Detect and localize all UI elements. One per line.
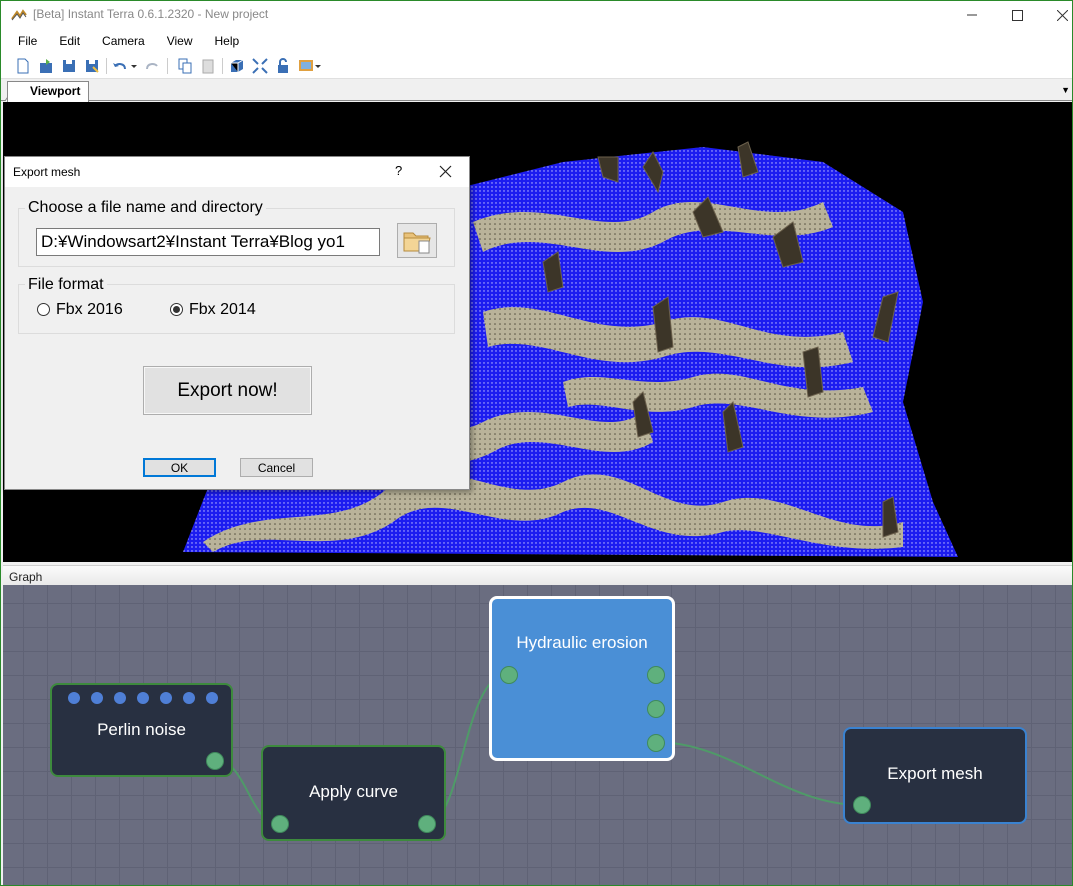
param-dot[interactable]: [91, 692, 103, 704]
graph-panel-header: Graph: [3, 565, 1072, 585]
open-icon[interactable]: [37, 57, 55, 75]
image-menu-icon[interactable]: [297, 57, 315, 75]
input-port[interactable]: [853, 796, 871, 814]
close-button[interactable]: [1039, 1, 1073, 29]
menu-bar: File Edit Camera View Help: [1, 29, 1072, 53]
output-port[interactable]: [647, 700, 665, 718]
ok-button[interactable]: OK: [143, 458, 216, 477]
minimize-button[interactable]: [949, 1, 995, 29]
menu-edit[interactable]: Edit: [48, 34, 91, 48]
radio-label-fbx-2016: Fbx 2016: [56, 301, 123, 318]
cancel-button[interactable]: Cancel: [240, 458, 313, 477]
directory-group-label: Choose a file name and directory: [25, 199, 266, 217]
toolbar-separator: [106, 58, 107, 74]
tab-list-dropdown-icon[interactable]: ▼: [1061, 85, 1070, 95]
export-mesh-dialog: Export mesh ? Choose a file name and dir…: [4, 156, 470, 490]
undo-dropdown-icon[interactable]: [129, 57, 139, 75]
toolbar-separator: [222, 58, 223, 74]
format-group-label: File format: [25, 276, 107, 294]
cube-view-icon[interactable]: [228, 57, 246, 75]
tab-viewport[interactable]: Viewport: [7, 81, 90, 102]
radio-fbx-2014[interactable]: [170, 303, 183, 316]
window-title: [Beta] Instant Terra 0.6.1.2320 - New pr…: [33, 7, 269, 21]
maximize-button[interactable]: [994, 1, 1040, 29]
title-bar: [Beta] Instant Terra 0.6.1.2320 - New pr…: [1, 1, 1072, 29]
menu-view[interactable]: View: [156, 34, 204, 48]
new-file-icon[interactable]: [14, 57, 32, 75]
help-button[interactable]: ?: [395, 163, 402, 178]
paste-icon[interactable]: [199, 57, 217, 75]
app-logo-icon: [11, 9, 27, 21]
undo-icon[interactable]: [111, 57, 129, 75]
node-title: Export mesh: [887, 764, 983, 783]
copy-icon[interactable]: [176, 57, 194, 75]
menu-camera[interactable]: Camera: [91, 34, 156, 48]
save-as-icon[interactable]: [83, 57, 101, 75]
redo-icon[interactable]: [143, 57, 161, 75]
param-dot[interactable]: [137, 692, 149, 704]
maximize-icon: [1011, 9, 1023, 21]
fit-view-icon[interactable]: [251, 57, 269, 75]
minimize-icon: [967, 14, 977, 16]
dialog-title-bar: Export mesh ?: [5, 157, 469, 187]
input-port[interactable]: [500, 666, 518, 684]
export-now-button[interactable]: Export now!: [143, 366, 312, 415]
close-icon: [1056, 9, 1068, 21]
output-port[interactable]: [647, 666, 665, 684]
node-hydraulic-erosion[interactable]: Hydraulic erosion: [489, 596, 675, 761]
connection-erosion-export: [654, 741, 862, 806]
param-dot[interactable]: [206, 692, 218, 704]
param-dot[interactable]: [68, 692, 80, 704]
toolbar-separator: [167, 58, 168, 74]
dialog-title: Export mesh: [13, 165, 81, 179]
close-icon[interactable]: [439, 165, 452, 178]
radio-fbx-2016[interactable]: [37, 303, 50, 316]
node-title: Apply curve: [309, 782, 398, 801]
output-port[interactable]: [647, 734, 665, 752]
toolbar: [1, 53, 1072, 79]
folder-icon: [403, 232, 431, 254]
output-port[interactable]: [206, 752, 224, 770]
save-icon[interactable]: [60, 57, 78, 75]
node-graph-canvas[interactable]: Perlin noise Apply curve Hydraulic erosi…: [3, 585, 1072, 885]
radio-label-fbx-2014: Fbx 2014: [189, 301, 256, 318]
node-export-mesh[interactable]: Export mesh: [843, 727, 1027, 824]
file-path-input[interactable]: D:¥Windowsart2¥Instant Terra¥Blog yo1: [36, 228, 380, 256]
input-port[interactable]: [271, 815, 289, 833]
node-apply-curve[interactable]: Apply curve: [261, 745, 446, 841]
app-window: [Beta] Instant Terra 0.6.1.2320 - New pr…: [0, 0, 1073, 886]
node-perlin-noise[interactable]: Perlin noise: [50, 683, 233, 777]
node-title: Perlin noise: [97, 720, 186, 739]
output-port[interactable]: [418, 815, 436, 833]
menu-file[interactable]: File: [7, 34, 48, 48]
param-dot[interactable]: [114, 692, 126, 704]
lock-icon[interactable]: [274, 57, 292, 75]
param-dot[interactable]: [183, 692, 195, 704]
browse-button[interactable]: [397, 223, 437, 258]
param-dot[interactable]: [160, 692, 172, 704]
tab-bar: Viewport ▼: [1, 79, 1072, 102]
node-title: Hydraulic erosion: [516, 633, 648, 652]
menu-help[interactable]: Help: [204, 34, 251, 48]
image-dropdown-icon[interactable]: [314, 57, 322, 75]
